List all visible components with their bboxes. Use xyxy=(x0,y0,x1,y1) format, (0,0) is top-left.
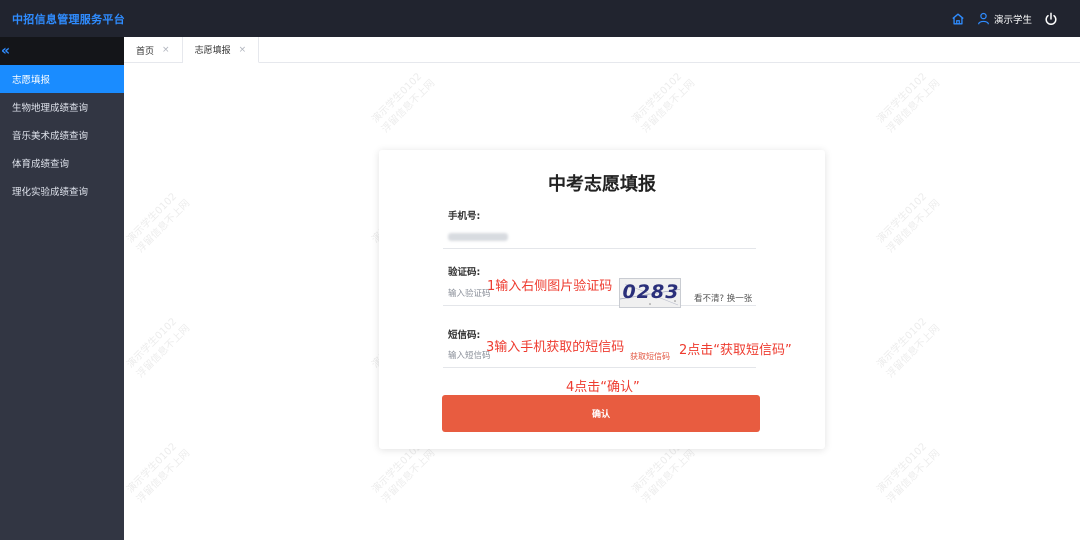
phone-label: 手机号: xyxy=(448,211,481,222)
captcha-code: 0283 xyxy=(622,281,680,303)
annotation-step1: 1输入右侧图片验证码 xyxy=(487,279,613,294)
get-sms-code-button[interactable]: 获取短信码 xyxy=(630,351,670,362)
tab-home[interactable]: 首页 × xyxy=(124,37,183,63)
tab-application[interactable]: 志愿填报 × xyxy=(182,37,260,63)
header-actions: 演示学生 xyxy=(951,0,1058,37)
annotation-step3: 3输入手机获取的短信码 xyxy=(486,340,625,355)
close-icon[interactable]: × xyxy=(239,45,247,55)
captcha-image[interactable]: 0283 xyxy=(619,278,681,308)
home-icon[interactable] xyxy=(951,12,965,26)
power-icon[interactable] xyxy=(1044,12,1058,26)
user-name[interactable]: 演示学生 xyxy=(994,12,1032,26)
tab-bar: 首页 × 志愿填报 × xyxy=(124,37,1080,63)
watermark: 演示学生0102浮留信息不上网 xyxy=(875,71,943,136)
sidebar-item-application[interactable]: 志愿填报 xyxy=(0,65,124,93)
watermark: 演示学生0102浮留信息不上网 xyxy=(875,316,943,381)
watermark: 演示学生0102浮留信息不上网 xyxy=(630,71,698,136)
sms-label: 短信码: xyxy=(448,330,481,341)
app-title: 中招信息管理服务平台 xyxy=(12,12,125,26)
form-title: 中考志愿填报 xyxy=(548,174,656,195)
top-header: 中招信息管理服务平台 演示学生 xyxy=(0,0,1080,37)
watermark: 演示学生0102浮留信息不上网 xyxy=(125,441,193,506)
watermark: 演示学生0102浮留信息不上网 xyxy=(370,71,438,136)
tab-label: 首页 xyxy=(136,46,155,57)
close-icon[interactable]: × xyxy=(162,45,170,55)
watermark: 演示学生0102浮留信息不上网 xyxy=(875,191,943,256)
sidebar-collapse-row: « xyxy=(0,37,124,65)
sidebar-item-music-art-scores[interactable]: 音乐美术成绩查询 xyxy=(0,121,124,149)
user-icon xyxy=(978,12,989,25)
captcha-label: 验证码: xyxy=(448,267,481,278)
sidebar-item-label: 生物地理成绩查询 xyxy=(12,103,89,114)
phone-value-redacted xyxy=(448,233,508,241)
watermark: 演示学生0102浮留信息不上网 xyxy=(125,316,193,381)
watermark: 演示学生0102浮留信息不上网 xyxy=(125,191,193,256)
application-form-card: 中考志愿填报 手机号: 验证码: 0283 看不清? 换一张 短信码: 获取短信… xyxy=(379,150,825,449)
sidebar-item-label: 志愿填报 xyxy=(12,75,51,86)
annotation-step2: 2点击“获取短信码” xyxy=(679,343,792,358)
confirm-button[interactable]: 确认 xyxy=(442,395,760,432)
collapse-icon[interactable]: « xyxy=(1,44,10,58)
sidebar-item-label: 理化实验成绩查询 xyxy=(12,187,89,198)
tab-label: 志愿填报 xyxy=(194,46,231,56)
annotation-step4: 4点击“确认” xyxy=(566,380,640,395)
sidebar-item-bio-geo-scores[interactable]: 生物地理成绩查询 xyxy=(0,93,124,121)
sidebar-item-pe-scores[interactable]: 体育成绩查询 xyxy=(0,149,124,177)
refresh-captcha-link[interactable]: 看不清? 换一张 xyxy=(694,292,752,304)
watermark: 演示学生0102浮留信息不上网 xyxy=(875,441,943,506)
sidebar-item-label: 体育成绩查询 xyxy=(12,159,70,170)
sidebar-item-label: 音乐美术成绩查询 xyxy=(12,131,89,142)
sidebar-item-lab-scores[interactable]: 理化实验成绩查询 xyxy=(0,177,124,205)
sidebar: « 志愿填报 生物地理成绩查询 音乐美术成绩查询 体育成绩查询 理化实验成绩查询 xyxy=(0,37,124,540)
